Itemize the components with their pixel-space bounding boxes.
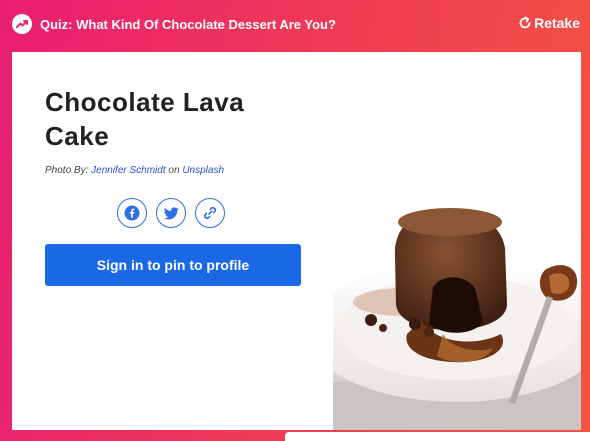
share-buttons [117, 198, 225, 228]
quiz-header: Quiz: What Kind Of Chocolate Dessert Are… [0, 0, 590, 52]
sign-in-pin-button[interactable]: Sign in to pin to profile [45, 244, 301, 286]
result-card: Chocolate Lava Cake Photo By: Jennifer S… [12, 52, 581, 430]
retake-button[interactable]: Retake [518, 15, 580, 31]
credit-prefix: Photo By: [45, 165, 89, 176]
photographer-link[interactable]: Jennifer Schmidt [91, 165, 165, 176]
facebook-icon [124, 205, 140, 221]
lava-cake-photo [333, 52, 581, 430]
link-icon [204, 207, 216, 219]
retake-label: Retake [534, 15, 580, 31]
facebook-share-button[interactable] [117, 198, 147, 228]
copy-link-button[interactable] [195, 198, 225, 228]
twitter-icon [163, 206, 179, 219]
source-link[interactable]: Unsplash [182, 165, 224, 176]
bottom-edge-strip [285, 432, 590, 441]
credit-on: on [168, 165, 180, 176]
twitter-share-button[interactable] [156, 198, 186, 228]
trending-icon [12, 14, 32, 34]
quiz-title[interactable]: Quiz: What Kind Of Chocolate Dessert Are… [40, 17, 336, 32]
refresh-icon [519, 16, 531, 29]
photo-credit: Photo By: Jennifer Schmidt on Unsplash [45, 165, 224, 176]
result-title: Chocolate Lava Cake [45, 87, 245, 151]
